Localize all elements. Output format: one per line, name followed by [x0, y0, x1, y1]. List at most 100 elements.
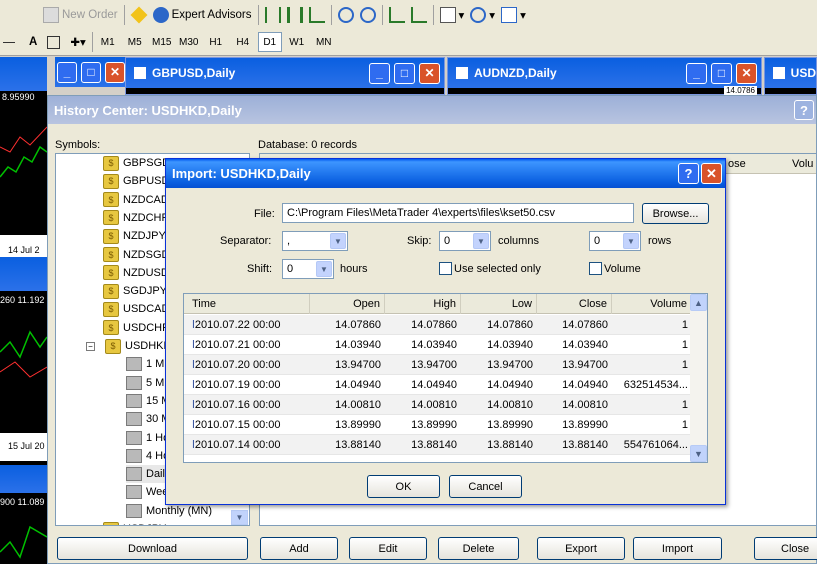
grid-header-time[interactable]: Time — [184, 294, 310, 314]
timeframe-m5-button[interactable]: M5 — [123, 32, 147, 52]
cancel-button[interactable]: Cancel — [449, 475, 522, 498]
close-button[interactable]: Close — [754, 537, 817, 560]
export-button[interactable]: Export — [537, 537, 625, 560]
tree-timeframe-item[interactable]: 30 M — [126, 410, 170, 428]
tree-symbol-item[interactable]: $ NZDJPY — [103, 227, 166, 245]
tree-symbol-item[interactable]: $ NZDUSD — [103, 264, 169, 282]
close-button[interactable]: ✕ — [736, 62, 757, 84]
timeframe-w1-button[interactable]: W1 — [285, 32, 309, 52]
skip-rows-select[interactable]: 0 ▼ — [589, 231, 641, 251]
ok-button[interactable]: OK — [367, 475, 440, 498]
bar-chart-button[interactable] — [262, 4, 284, 26]
close-icon[interactable]: ✕ — [701, 163, 722, 184]
close-button[interactable]: ✕ — [105, 61, 125, 83]
tree-symbol-label: NZDUSD — [123, 266, 169, 279]
timeframe-h1-button[interactable]: H1 — [204, 32, 228, 52]
chart-window-gbpusd[interactable]: GBPUSD,Daily _ □ ✕ — [125, 57, 445, 95]
chart-window-audnzd[interactable]: AUDNZD,Daily _ □ ✕ 14.0786 — [447, 57, 762, 95]
minimize-button[interactable]: _ — [686, 62, 707, 84]
separator-select[interactable]: , ▼ — [282, 231, 348, 251]
help-button[interactable]: ? — [794, 100, 814, 120]
timeframe-m1-button[interactable]: M1 — [96, 32, 120, 52]
grid-row[interactable]: ǀ 2010.07.19 00:00 14.04940 14.04940 14.049… — [184, 375, 692, 395]
indicators-button[interactable]: ▾ — [437, 4, 468, 26]
templates-button[interactable]: ▾ — [498, 4, 529, 26]
help-button[interactable]: ? — [678, 163, 699, 184]
arrows-tool-button[interactable]: ✚▾ — [67, 31, 88, 53]
tree-symbol-item[interactable]: $ USDJPY — [103, 520, 166, 525]
tree-symbol-item[interactable]: $ SGDJPY — [103, 282, 167, 300]
browse-button[interactable]: Browse... — [642, 203, 709, 224]
timeframe-m15-button[interactable]: M15 — [150, 32, 174, 52]
grid-row[interactable]: ǀ 2010.07.20 00:00 13.94700 13.94700 13.947… — [184, 355, 692, 375]
grid-row[interactable]: ǀ 2010.07.14 00:00 13.88140 13.88140 13.881… — [184, 435, 692, 455]
zoom-in-button[interactable] — [335, 4, 357, 26]
line-tool-button[interactable] — [0, 31, 18, 53]
text-label-tool-button[interactable] — [44, 31, 63, 53]
tree-timeframe-item[interactable]: 5 Mi — [126, 374, 167, 392]
tree-symbol-item[interactable]: $ GBPUSD — [103, 172, 169, 190]
maximize-button[interactable]: □ — [394, 62, 415, 84]
tree-symbol-item[interactable]: − $ USDHKD — [86, 337, 171, 355]
tree-symbol-item[interactable]: $ NZDSGD — [103, 246, 169, 264]
add-button[interactable]: Add — [260, 537, 338, 560]
tree-symbol-item[interactable]: $ USDCAD — [103, 300, 169, 318]
auto-scroll-button[interactable] — [386, 4, 408, 26]
close-button[interactable]: ✕ — [419, 62, 440, 84]
tree-symbol-item[interactable]: $ USDCHF — [103, 319, 169, 337]
chart-shift-button[interactable] — [408, 4, 430, 26]
warning-button[interactable] — [128, 4, 150, 26]
tree-timeframe-item[interactable]: 1 Ho — [126, 429, 169, 447]
tree-timeframe-item[interactable]: 4 Ho — [126, 447, 169, 465]
timeframe-m30-button[interactable]: M30 — [177, 32, 201, 52]
scroll-down-icon[interactable]: ▼ — [690, 445, 707, 462]
grid-row[interactable]: ǀ 2010.07.15 00:00 13.89990 13.89990 13.899… — [184, 415, 692, 435]
timeframe-h4-button[interactable]: H4 — [231, 32, 255, 52]
grid-header-low[interactable]: Low — [461, 294, 537, 314]
grid-row[interactable]: ǀ 2010.07.22 00:00 14.07860 14.07860 14.078… — [184, 315, 692, 335]
zoom-out-button[interactable] — [357, 4, 379, 26]
periods-button[interactable]: ▾ — [467, 4, 498, 26]
use-selected-only-checkbox[interactable] — [439, 262, 452, 275]
minimize-button[interactable]: _ — [57, 61, 77, 83]
grid-header-high[interactable]: High — [385, 294, 461, 314]
download-button[interactable]: Download — [57, 537, 248, 560]
tree-timeframe-item[interactable]: Daily — [126, 465, 171, 484]
minimize-button[interactable]: _ — [369, 62, 390, 84]
timeframe-mn-button[interactable]: MN — [312, 32, 336, 52]
edit-button[interactable]: Edit — [349, 537, 427, 560]
text-tool-button[interactable]: A — [26, 31, 40, 53]
grid-row[interactable]: ǀ 2010.07.21 00:00 14.03940 14.03940 14.039… — [184, 335, 692, 355]
tree-symbol-item[interactable]: $ GBPSGD — [103, 154, 170, 172]
tree-symbol-item[interactable]: $ NZDCAD — [103, 191, 169, 209]
maximize-button[interactable]: □ — [711, 62, 732, 84]
tree-timeframe-item[interactable]: Wee — [126, 483, 168, 501]
import-preview-grid[interactable]: Time Open High Low Close Volume ǀ 2010.07.22 … — [183, 293, 708, 463]
grid-row[interactable]: ǀ 2010.07.16 00:00 14.00810 14.00810 14.008… — [184, 395, 692, 415]
tree-scroll-down-icon[interactable]: ▼ — [231, 510, 248, 525]
chart-window-left[interactable]: 8.95990 14 Jul 2 260 11.192 15 Jul 20 90… — [0, 57, 47, 564]
import-button[interactable]: Import — [633, 537, 722, 560]
grid-header-open[interactable]: Open — [310, 294, 385, 314]
grid-header-close[interactable]: Close — [537, 294, 612, 314]
chart-window-usd[interactable]: USD — [764, 57, 817, 95]
grid-header-volume[interactable]: Volume — [612, 294, 692, 314]
shift-hours-select[interactable]: 0 ▼ — [282, 259, 334, 279]
candle-chart-button[interactable] — [284, 4, 306, 26]
tree-timeframe-label: 5 Mi — [146, 376, 167, 389]
tree-timeframe-item[interactable]: 15 M — [126, 392, 170, 410]
scroll-up-icon[interactable]: ▲ — [690, 294, 707, 311]
volume-checkbox[interactable] — [589, 262, 602, 275]
maximize-button[interactable]: □ — [81, 61, 101, 83]
skip-columns-select[interactable]: 0 ▼ — [439, 231, 491, 251]
tree-symbol-item[interactable]: $ NZDCHF — [103, 209, 168, 227]
file-path-input[interactable]: C:\Program Files\MetaTrader 4\experts\fi… — [282, 203, 634, 223]
line-chart-button[interactable] — [306, 4, 328, 26]
tree-timeframe-item[interactable]: 1 Mi — [126, 355, 167, 373]
preview-grid-scrollbar[interactable]: ▲ ▼ — [690, 294, 707, 462]
delete-button[interactable]: Delete — [438, 537, 519, 560]
collapse-icon[interactable]: − — [86, 341, 95, 351]
new-order-button[interactable]: New Order — [40, 4, 121, 26]
timeframe-d1-button[interactable]: D1 — [257, 32, 282, 52]
expert-advisors-button[interactable]: Expert Advisors — [150, 4, 255, 26]
